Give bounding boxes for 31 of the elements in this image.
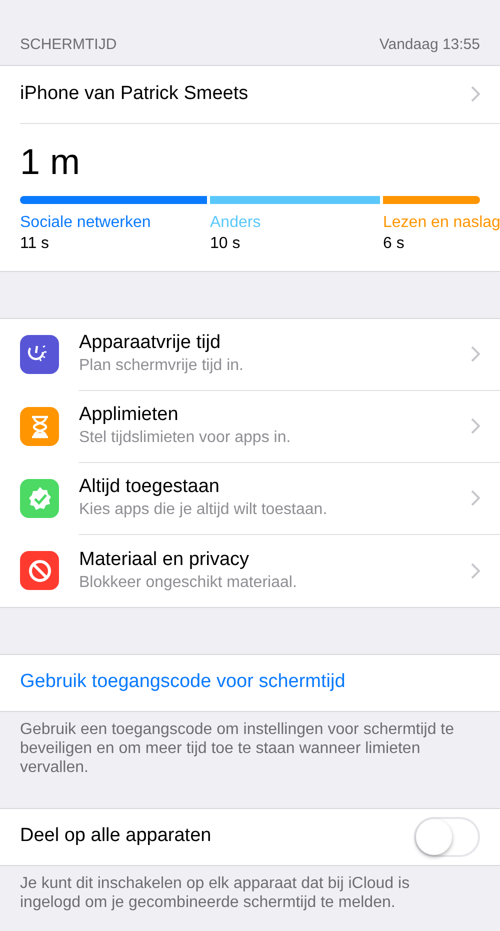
total-time: 1 m: [19, 140, 82, 184]
setting-title: Altijd toegestaan: [79, 475, 220, 499]
category-label: Lezen en naslag: [383, 212, 500, 232]
settings-row[interactable]: Materiaal en privacy Blokkeer ongeschikt materiaal.: [0, 534, 500, 606]
device-row[interactable]: iPhone van Patrick Smeets: [20, 66, 500, 124]
chevron-icon: [470, 562, 480, 578]
category-time: 10 s: [210, 234, 240, 254]
setting-subtitle: Blokkeer ongeschikt materiaal.: [79, 572, 297, 592]
date-label: Vandaag 13:55: [379, 35, 480, 55]
section-header: SCHERMTIJD: [20, 35, 117, 55]
setting-title: Applimieten: [79, 403, 180, 427]
chevron-icon: [470, 346, 480, 362]
setting-subtitle: Kies apps die je altijd wilt toestaan.: [79, 500, 328, 520]
chevron-icon: [470, 490, 480, 506]
toggle-label: Deel op alle apparaten: [20, 824, 212, 848]
settings-row[interactable]: Apparaatvrije tijd Plan schermvrije tijd in.: [0, 318, 500, 390]
category-label: Sociale netwerken: [20, 212, 151, 232]
chevron-icon: [470, 86, 480, 102]
category-time: 11 s: [20, 234, 50, 254]
footer-text: Je kunt dit inschakelen op elk apparaat dat bij iCloud is ingelogd om je gecombineerde schermtijd te melden.: [19, 874, 411, 912]
category-label: Anders: [210, 212, 261, 232]
setting-title: Materiaal en privacy: [79, 548, 250, 572]
chevron-icon: [470, 418, 480, 434]
settings-row[interactable]: Applimieten Stel tijdslimieten voor apps in.: [0, 390, 500, 462]
setting-subtitle: Stel tijdslimieten voor apps in.: [79, 428, 291, 448]
setting-subtitle: Plan schermvrije tijd in.: [79, 356, 244, 376]
category-time: 6 s: [383, 234, 404, 254]
setting-title: Apparaatvrije tijd: [79, 331, 222, 355]
toggle-switch[interactable]: [414, 816, 480, 856]
footer-text: Gebruik een toegangscode om instellingen voor schermtijd te beveiligen en om meer tijd toe te staan wanneer limieten vervallen.: [19, 720, 456, 778]
settings-row[interactable]: Altijd toegestaan Kies apps die je altijd wilt toestaan.: [0, 462, 500, 534]
